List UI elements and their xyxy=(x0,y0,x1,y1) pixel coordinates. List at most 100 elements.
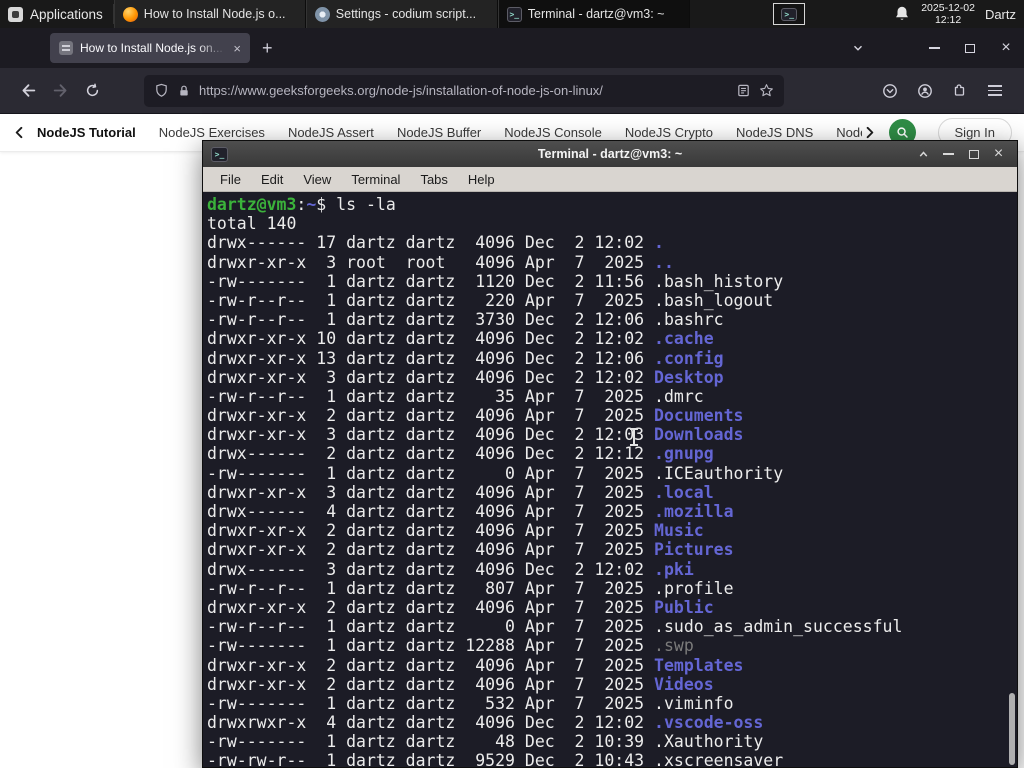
terminal-line: drwxr-xr-x 2 dartz dartz 4096 Apr 7 2025… xyxy=(207,655,744,675)
terminal-line: -rw-r--r-- 1 dartz dartz 35 Apr 7 2025 .… xyxy=(207,386,704,406)
site-nav-link[interactable]: NodeJS Exercises xyxy=(159,125,265,140)
terminal-line: drwxr-xr-x 2 dartz dartz 4096 Apr 7 2025… xyxy=(207,521,704,541)
terminal-line: drwxr-xr-x 2 dartz dartz 4096 Apr 7 2025… xyxy=(207,674,714,694)
window-minimize-button[interactable] xyxy=(916,28,952,68)
terminal-window-controls: × xyxy=(913,144,1009,164)
prompt-path: ~ xyxy=(306,195,317,214)
clock-date: 2025-12-02 xyxy=(921,1,975,14)
terminal-scrollbar-thumb[interactable] xyxy=(1009,693,1015,765)
window-controls: × xyxy=(840,28,1024,68)
applications-menu-button[interactable]: Applications xyxy=(0,0,113,28)
browser-toolbar: https://www.geeksforgeeks.org/node-js/in… xyxy=(0,68,1024,114)
menu-terminal[interactable]: Terminal xyxy=(342,170,409,189)
terminal-line: -rw-rw-r-- 1 dartz dartz 9529 Dec 2 10:4… xyxy=(207,751,784,767)
panel-user-label: Dartz xyxy=(984,6,1016,22)
forward-button[interactable] xyxy=(44,75,76,107)
system-tray: >_ 2025-12-02 12:12 Dartz xyxy=(773,0,1024,28)
terminal-line: -rw-r--r-- 1 dartz dartz 3730 Dec 2 12:0… xyxy=(207,310,724,330)
menu-tabs[interactable]: Tabs xyxy=(411,170,456,189)
url-bar[interactable]: https://www.geeksforgeeks.org/node-js/in… xyxy=(144,74,784,107)
reader-view-icon[interactable] xyxy=(736,83,751,98)
taskbar-button[interactable]: Settings - codium script... xyxy=(305,0,498,28)
site-nav-items: NodeJS Tutorial NodeJS Exercises NodeJS As… xyxy=(37,125,862,140)
tray-terminal-button[interactable]: >_ xyxy=(773,3,806,25)
applications-icon xyxy=(8,6,23,22)
reload-button[interactable] xyxy=(76,75,108,107)
menu-help[interactable]: Help xyxy=(459,170,504,189)
taskbar-button-label: How to Install Node.js o... xyxy=(143,7,286,21)
menu-icon[interactable] xyxy=(977,73,1012,109)
site-nav-link[interactable]: NodeJS Assert xyxy=(288,125,374,140)
terminal-line: -rw------- 1 dartz dartz 532 Apr 7 2025 … xyxy=(207,693,734,713)
taskbar-button-label: Settings - codium script... xyxy=(335,7,477,21)
menu-file[interactable]: File xyxy=(211,170,250,189)
url-text: https://www.geeksforgeeks.org/node-js/in… xyxy=(199,83,603,98)
clock[interactable]: 2025-12-02 12:12 xyxy=(921,2,975,27)
prompt-user-host: dartz@vm3 xyxy=(207,195,297,214)
site-nav-link[interactable]: Node xyxy=(836,125,861,140)
top-panel: Applications How to Install Node.js o...… xyxy=(0,0,1024,28)
taskbar-button[interactable]: >_ Terminal - dartz@vm3: ~ xyxy=(497,0,690,28)
terminal-line: drwxr-xr-x 3 dartz dartz 4096 Dec 2 12:0… xyxy=(207,425,744,445)
taskbar: How to Install Node.js o... Settings - co… xyxy=(113,0,690,28)
terminal-maximize-button[interactable] xyxy=(963,144,984,164)
window-close-button[interactable]: × xyxy=(988,28,1024,68)
terminal-menubar: File Edit View Terminal Tabs Help xyxy=(203,167,1017,192)
terminal-titlebar[interactable]: >_ Terminal - dartz@vm3: ~ × xyxy=(203,141,1017,167)
terminal-line: drwxr-xr-x 3 dartz dartz 4096 Dec 2 12:0… xyxy=(207,367,724,387)
nav-scroll-left-icon[interactable] xyxy=(12,125,27,140)
terminal-line: -rw-r--r-- 1 dartz dartz 0 Apr 7 2025 .s… xyxy=(207,617,903,637)
site-nav-link[interactable]: NodeJS Tutorial xyxy=(37,125,136,140)
terminal-icon: >_ xyxy=(506,6,522,22)
tab-list-chevron-icon[interactable] xyxy=(840,28,876,68)
terminal-line: drwxr-xr-x 2 dartz dartz 4096 Apr 7 2025… xyxy=(207,597,714,617)
notification-bell-icon[interactable] xyxy=(893,5,911,23)
terminal-listing: drwx------ 17 dartz dartz 4096 Dec 2 12:… xyxy=(207,233,1017,767)
shade-window-button[interactable] xyxy=(913,144,934,164)
taskbar-button[interactable]: How to Install Node.js o... xyxy=(113,0,306,28)
settings-icon xyxy=(314,6,330,22)
desktop: Applications How to Install Node.js o...… xyxy=(0,0,1024,768)
menu-edit[interactable]: Edit xyxy=(252,170,292,189)
back-button[interactable] xyxy=(12,75,44,107)
site-nav-link[interactable]: NodeJS Console xyxy=(504,125,602,140)
lock-icon[interactable] xyxy=(177,84,191,98)
nav-scroll-right-icon[interactable] xyxy=(862,125,877,140)
toolbar-icons xyxy=(872,73,1012,109)
terminal-line: -rw-r--r-- 1 dartz dartz 220 Apr 7 2025 … xyxy=(207,290,774,310)
site-nav-link[interactable]: NodeJS DNS xyxy=(736,125,813,140)
account-icon[interactable] xyxy=(907,73,942,109)
bookmark-star-icon[interactable] xyxy=(759,83,774,98)
browser-tab[interactable]: How to Install Node.js on... × xyxy=(50,33,250,63)
mouse-cursor xyxy=(630,428,638,446)
terminal-close-button[interactable]: × xyxy=(988,144,1009,164)
site-nav-link[interactable]: NodeJS Crypto xyxy=(625,125,713,140)
tab-close-icon[interactable]: × xyxy=(233,42,241,55)
terminal-line: drwxr-xr-x 13 dartz dartz 4096 Dec 2 12:… xyxy=(207,348,724,368)
pocket-icon[interactable] xyxy=(872,73,907,109)
terminal-icon: >_ xyxy=(211,146,228,162)
terminal-screen[interactable]: dartz@vm3:~$ ls -la total 140 drwx------… xyxy=(203,192,1017,767)
terminal-line: drwxr-xr-x 3 dartz dartz 4096 Apr 7 2025… xyxy=(207,482,714,502)
window-maximize-button[interactable] xyxy=(952,28,988,68)
terminal-prompt-line: dartz@vm3:~$ ls -la xyxy=(207,195,1017,214)
terminal-line: -rw------- 1 dartz dartz 1120 Dec 2 11:5… xyxy=(207,271,784,291)
terminal-line: -rw-r--r-- 1 dartz dartz 807 Apr 7 2025 … xyxy=(207,578,734,598)
terminal-line: drwx------ 2 dartz dartz 4096 Dec 2 12:1… xyxy=(207,444,714,464)
terminal-line: -rw------- 1 dartz dartz 0 Apr 7 2025 .I… xyxy=(207,463,784,483)
firefox-icon xyxy=(122,6,138,22)
extensions-icon[interactable] xyxy=(942,73,977,109)
terminal-line: drwxr-xr-x 3 root root 4096 Apr 7 2025 .… xyxy=(207,252,674,272)
taskbar-button-label: Terminal - dartz@vm3: ~ xyxy=(527,7,665,21)
terminal-line: drwxr-xr-x 2 dartz dartz 4096 Apr 7 2025… xyxy=(207,406,744,426)
terminal-line: drwx------ 4 dartz dartz 4096 Apr 7 2025… xyxy=(207,502,734,521)
terminal-minimize-button[interactable] xyxy=(938,144,959,164)
new-tab-button[interactable]: + xyxy=(262,39,273,57)
terminal-line: drwxr-xr-x 10 dartz dartz 4096 Dec 2 12:… xyxy=(207,329,714,349)
prompt-dollar: $ xyxy=(316,195,337,214)
menu-view[interactable]: View xyxy=(294,170,340,189)
tracking-shield-icon[interactable] xyxy=(154,83,169,98)
terminal-line: -rw------- 1 dartz dartz 48 Dec 2 10:39 … xyxy=(207,732,764,752)
site-nav-link[interactable]: NodeJS Buffer xyxy=(397,125,481,140)
terminal-line: drwx------ 3 dartz dartz 4096 Dec 2 12:0… xyxy=(207,559,694,579)
